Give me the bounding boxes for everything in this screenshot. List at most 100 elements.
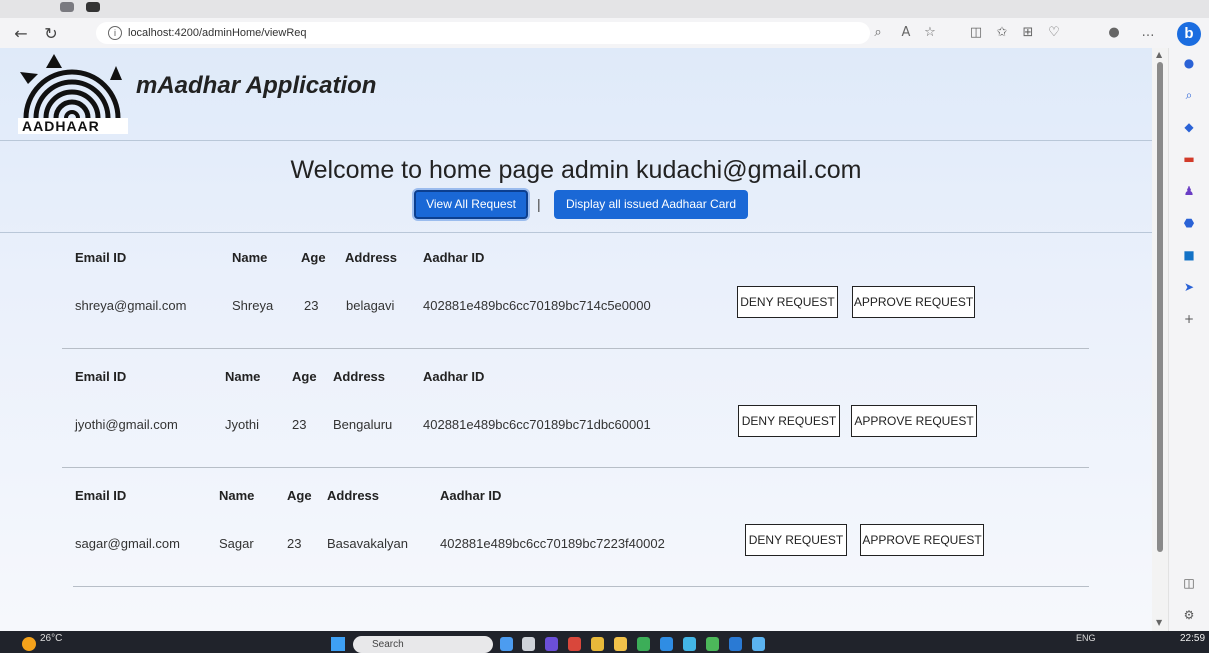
url-text[interactable]: localhost:4200/adminHome/viewReq xyxy=(128,27,307,39)
taskbar-app-icon[interactable] xyxy=(614,637,627,651)
request-address: Basavakalyan xyxy=(327,536,408,551)
request-record: Email ID Name Age Address Aadhar ID jyot… xyxy=(0,369,1152,481)
sidebar-toggle-icon[interactable]: ◫ xyxy=(1181,576,1197,590)
scroll-down-icon[interactable]: ▼ xyxy=(1156,618,1162,627)
taskbar-app-icon[interactable] xyxy=(637,637,650,651)
address-column-header: Address xyxy=(327,488,380,503)
app-title: mAadhar Application xyxy=(136,72,377,99)
deny-request-button[interactable]: DENY REQUEST xyxy=(738,405,840,437)
request-aadhar-id: 402881e489bc6cc70189bc714c5e0000 xyxy=(423,298,651,313)
tab-favicon-icon[interactable] xyxy=(60,2,74,12)
request-name: Shreya xyxy=(232,298,274,313)
taskbar-app-icon[interactable] xyxy=(545,637,558,651)
request-age: 23 xyxy=(304,298,319,313)
approve-request-button[interactable]: APPROVE REQUEST xyxy=(851,405,977,437)
back-icon[interactable]: ← xyxy=(10,23,32,45)
taskbar-app-icon[interactable] xyxy=(591,637,604,651)
section-divider xyxy=(0,232,1152,233)
games-icon[interactable]: ♟ xyxy=(1181,184,1197,198)
request-aadhar-id: 402881e489bc6cc70189bc7223f40002 xyxy=(440,536,665,551)
request-address: belagavi xyxy=(346,298,395,313)
aadhar-column-header: Aadhar ID xyxy=(423,369,485,384)
address-column-header: Address xyxy=(333,369,386,384)
weather-icon[interactable] xyxy=(22,637,36,651)
favorites-list-icon[interactable]: ✩ xyxy=(994,26,1010,40)
taskbar-app-icon[interactable] xyxy=(500,637,513,651)
outlook-icon[interactable]: ■ xyxy=(1181,248,1197,262)
browser-toolbar: ← ↻ i localhost:4200/adminHome/viewReq ⌕… xyxy=(0,18,1209,49)
request-age: 23 xyxy=(287,536,302,551)
request-age: 23 xyxy=(292,417,307,432)
refresh-icon[interactable]: ↻ xyxy=(40,23,62,45)
record-divider xyxy=(73,586,1089,587)
request-email: jyothi@gmail.com xyxy=(75,417,178,432)
page-viewport: AADHAAR mAadhar Application Welcome to h… xyxy=(0,48,1152,631)
logo-text: AADHAAR xyxy=(22,118,100,134)
taskbar-app-icon[interactable] xyxy=(568,637,581,651)
request-name: Sagar xyxy=(219,536,254,551)
name-column-header: Name xyxy=(232,250,268,265)
taskbar-app-icon[interactable] xyxy=(706,637,719,651)
bell-icon[interactable]: ● xyxy=(1181,56,1197,70)
record-divider xyxy=(62,467,1089,468)
add-icon[interactable]: + xyxy=(1181,312,1197,326)
start-icon[interactable] xyxy=(331,637,345,651)
favorite-icon[interactable]: ☆ xyxy=(922,26,938,40)
taskbar-app-icon[interactable] xyxy=(683,637,696,651)
browser-tab-strip xyxy=(0,0,1209,18)
email-column-header: Email ID xyxy=(75,250,127,265)
view-all-request-button[interactable]: View All Request xyxy=(414,190,528,219)
name-column-header: Name xyxy=(225,369,261,384)
info-icon[interactable]: i xyxy=(108,26,122,40)
taskbar-clock[interactable]: 22:59 xyxy=(1180,633,1205,644)
active-tab[interactable] xyxy=(86,2,100,12)
taskbar-app-icon[interactable] xyxy=(660,637,673,651)
approve-request-button[interactable]: APPROVE REQUEST xyxy=(852,286,975,318)
address-column-header: Address xyxy=(345,250,398,265)
request-record: Email ID Name Age Address Aadhar ID shre… xyxy=(0,250,1152,362)
app-header: AADHAAR mAadhar Application xyxy=(0,48,1152,141)
shopping-icon[interactable]: ◆ xyxy=(1181,120,1197,134)
taskbar-search-placeholder[interactable]: Search xyxy=(372,639,404,650)
request-email: sagar@gmail.com xyxy=(75,536,180,551)
bing-copilot-icon[interactable]: b xyxy=(1177,22,1201,46)
scroll-up-icon[interactable]: ▲ xyxy=(1156,50,1162,59)
approve-request-button[interactable]: APPROVE REQUEST xyxy=(860,524,984,556)
scrollbar-thumb[interactable] xyxy=(1157,62,1163,552)
request-record: Email ID Name Age Address Aadhar ID saga… xyxy=(0,488,1152,600)
send-icon[interactable]: ➤ xyxy=(1181,280,1197,294)
taskbar-app-icon[interactable] xyxy=(752,637,765,651)
browser-sidebar: ● ⌕ ◆ ▬ ♟ ⬣ ■ ➤ + ◫ ⚙ xyxy=(1168,48,1209,631)
read-aloud-icon[interactable]: A xyxy=(898,26,914,40)
split-screen-icon[interactable]: ◫ xyxy=(968,26,984,40)
request-email: shreya@gmail.com xyxy=(75,298,187,313)
age-column-header: Age xyxy=(292,369,317,384)
age-column-header: Age xyxy=(287,488,312,503)
page-scrollbar[interactable]: ▲ ▼ xyxy=(1152,48,1168,631)
record-divider xyxy=(62,348,1089,349)
taskbar-app-icon[interactable] xyxy=(522,637,535,651)
deny-request-button[interactable]: DENY REQUEST xyxy=(745,524,847,556)
profile-icon[interactable]: ● xyxy=(1106,26,1122,40)
taskbar-app-icon[interactable] xyxy=(729,637,742,651)
weather-temperature[interactable]: 26°C xyxy=(40,633,62,644)
aadhar-column-header: Aadhar ID xyxy=(440,488,502,503)
settings-icon[interactable]: ⚙ xyxy=(1181,608,1197,622)
windows-taskbar: 26°C Search ENG 22:59 xyxy=(0,631,1209,653)
tools-icon[interactable]: ▬ xyxy=(1181,152,1197,166)
email-column-header: Email ID xyxy=(75,488,127,503)
office-icon[interactable]: ⬣ xyxy=(1181,216,1197,230)
welcome-heading: Welcome to home page admin kudachi@gmail… xyxy=(290,156,862,184)
more-icon[interactable]: … xyxy=(1140,26,1156,40)
nav-separator: | xyxy=(537,196,541,212)
name-column-header: Name xyxy=(219,488,255,503)
search-icon[interactable]: ⌕ xyxy=(1181,88,1197,102)
display-issued-aadhaar-button[interactable]: Display all issued Aadhaar Card xyxy=(554,190,748,219)
deny-request-button[interactable]: DENY REQUEST xyxy=(737,286,838,318)
age-column-header: Age xyxy=(301,250,326,265)
zoom-icon[interactable]: ⌕ xyxy=(870,26,886,40)
extensions-icon[interactable]: ♡ xyxy=(1046,26,1062,40)
aadhar-column-header: Aadhar ID xyxy=(423,250,485,265)
language-indicator[interactable]: ENG xyxy=(1076,633,1096,643)
collections-icon[interactable]: ⊞ xyxy=(1020,26,1036,40)
